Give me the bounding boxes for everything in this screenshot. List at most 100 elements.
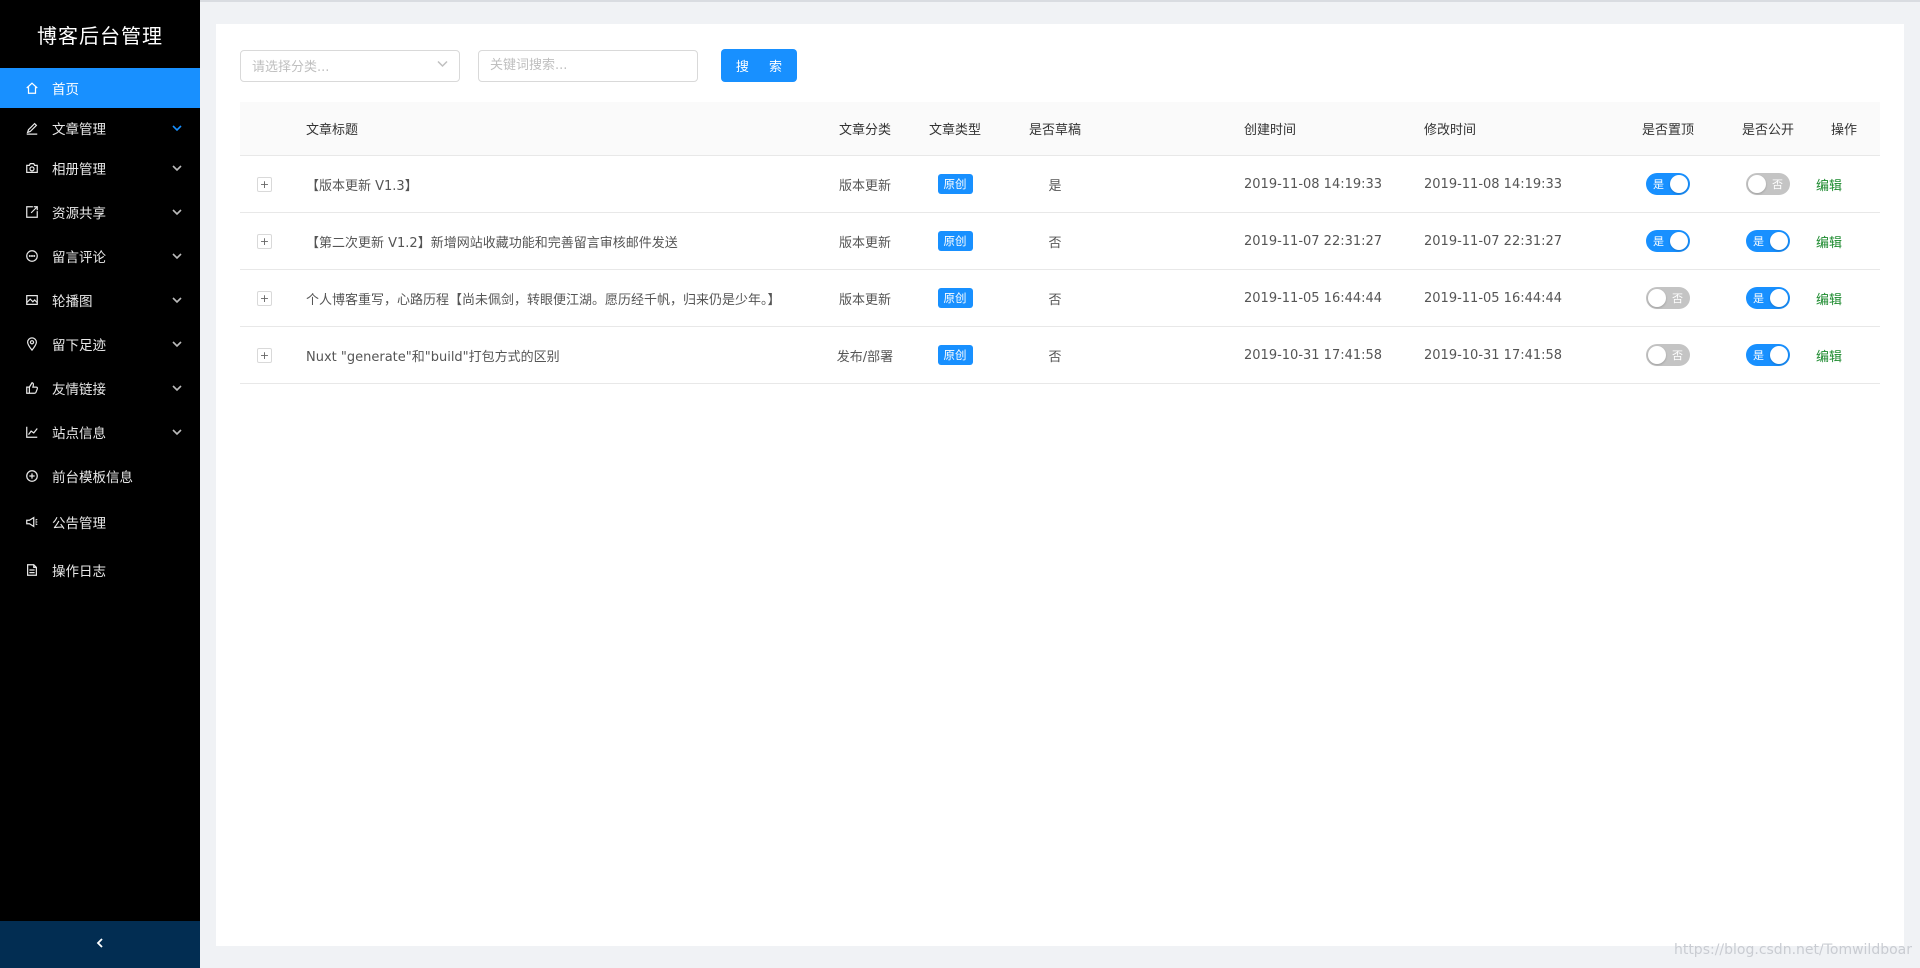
chevron-down-icon xyxy=(172,251,182,261)
expand-row-button[interactable]: + xyxy=(257,233,272,249)
article-title: Nuxt "generate"和"build"打包方式的区别 xyxy=(306,349,560,365)
article-title: 【第二次更新 V1.2】新增网站收藏功能和完善留言审核邮件发送 xyxy=(306,235,678,251)
column-header-created: 创建时间 xyxy=(1244,123,1297,138)
toggle-label: 是 xyxy=(1653,178,1664,191)
expand-row-button[interactable]: + xyxy=(257,290,272,306)
like-icon xyxy=(24,380,40,396)
articles-table: 文章标题 文章分类 文章类型 是否草稿 创建时间 修改时间 是否置顶 是否公开 … xyxy=(240,102,1880,384)
public-toggle[interactable]: 否 xyxy=(1746,173,1790,195)
article-modified: 2019-11-07 22:31:27 xyxy=(1424,233,1563,249)
article-created: 2019-11-08 14:19:33 xyxy=(1244,176,1383,192)
expand-row-button[interactable]: + xyxy=(257,347,272,363)
chevron-left-icon xyxy=(94,937,106,953)
edit-link[interactable]: 编辑 xyxy=(1816,346,1842,365)
edit-link[interactable]: 编辑 xyxy=(1816,289,1842,308)
article-modified: 2019-11-08 14:19:33 xyxy=(1424,176,1563,192)
sidebar-item-albums[interactable]: 相册管理 xyxy=(0,146,200,190)
search-button[interactable]: 搜 索 xyxy=(721,49,797,82)
filter-toolbar: 请选择分类... 搜 索 xyxy=(240,49,797,82)
comment-icon xyxy=(24,248,40,264)
sidebar-item-notices[interactable]: 公告管理 xyxy=(0,498,200,546)
chevron-down-icon xyxy=(172,427,182,437)
share-icon xyxy=(24,204,40,220)
table-row: + 【第二次更新 V1.2】新增网站收藏功能和完善留言审核邮件发送 版本更新 原… xyxy=(240,213,1880,270)
column-header-public: 是否公开 xyxy=(1741,123,1794,138)
chevron-down-icon xyxy=(172,123,182,133)
sidebar-item-links[interactable]: 友情链接 xyxy=(0,366,200,410)
file-icon xyxy=(24,562,40,578)
sidebar-item-resources[interactable]: 资源共享 xyxy=(0,190,200,234)
table-row: + Nuxt "generate"和"build"打包方式的区别 发布/部署 原… xyxy=(240,327,1880,384)
sidebar-item-site-info[interactable]: 站点信息 xyxy=(0,410,200,454)
sidebar-item-label: 友情链接 xyxy=(52,382,106,398)
public-toggle[interactable]: 是 xyxy=(1746,344,1790,366)
public-toggle[interactable]: 是 xyxy=(1746,230,1790,252)
sidebar-item-label: 留下足迹 xyxy=(52,338,106,354)
sidebar-item-label: 操作日志 xyxy=(52,564,106,580)
article-draft: 否 xyxy=(1048,235,1062,251)
sidebar-item-label: 相册管理 xyxy=(52,162,106,178)
picture-icon xyxy=(24,292,40,308)
article-type-tag: 原创 xyxy=(937,231,973,251)
chevron-down-icon xyxy=(172,163,182,173)
column-header-action: 操作 xyxy=(1830,123,1857,138)
sidebar-item-footprints[interactable]: 留下足迹 xyxy=(0,322,200,366)
sidebar-item-comments[interactable]: 留言评论 xyxy=(0,234,200,278)
plus-circle-icon xyxy=(24,468,40,484)
top-toggle[interactable]: 是 xyxy=(1646,230,1690,252)
sidebar-item-label: 资源共享 xyxy=(52,206,106,222)
sidebar-item-template-info[interactable]: 前台模板信息 xyxy=(0,454,200,498)
toggle-label: 是 xyxy=(1753,292,1764,305)
app-title: 博客后台管理 xyxy=(37,23,163,48)
article-created: 2019-11-07 22:31:27 xyxy=(1244,233,1383,249)
edit-link[interactable]: 编辑 xyxy=(1816,232,1842,251)
article-modified: 2019-10-31 17:41:58 xyxy=(1424,347,1563,363)
sidebar-collapse-button[interactable] xyxy=(0,921,200,968)
home-icon xyxy=(24,80,40,96)
toggle-label: 是 xyxy=(1653,235,1664,248)
category-select[interactable]: 请选择分类... xyxy=(240,49,460,82)
sidebar: 博客后台管理 首页 文章管理 相册管理 资源共享 留言评论 轮播图 留下足迹 友… xyxy=(0,0,200,968)
main-content: 请选择分类... 搜 索 文章标题 文章分类 文章类型 是否草稿 创建时间 修改… xyxy=(216,24,1904,946)
sidebar-item-articles[interactable]: 文章管理 xyxy=(0,110,200,146)
sidebar-item-carousel[interactable]: 轮播图 xyxy=(0,278,200,322)
column-header-draft: 是否草稿 xyxy=(1028,123,1081,138)
edit-link[interactable]: 编辑 xyxy=(1816,175,1842,194)
toggle-label: 否 xyxy=(1672,349,1683,362)
article-title: 【版本更新 V1.3】 xyxy=(306,178,418,194)
expand-row-button[interactable]: + xyxy=(257,176,272,192)
chevron-down-icon xyxy=(172,339,182,349)
watermark: https://blog.csdn.net/Tomwildboar xyxy=(1673,942,1912,958)
top-toggle[interactable]: 否 xyxy=(1646,287,1690,309)
toggle-label: 是 xyxy=(1753,349,1764,362)
top-toggle[interactable]: 是 xyxy=(1646,173,1690,195)
article-type-tag: 原创 xyxy=(937,345,973,365)
table-row: + 个人博客重写，心路历程【尚未佩剑，转眼便江湖。愿历经千帆，归来仍是少年。】 … xyxy=(240,270,1880,327)
article-created: 2019-10-31 17:41:58 xyxy=(1244,347,1383,363)
top-border xyxy=(200,0,1920,2)
camera-icon xyxy=(24,160,40,176)
column-header-top: 是否置顶 xyxy=(1641,123,1694,138)
sidebar-item-label: 轮播图 xyxy=(52,294,93,310)
sidebar-item-label: 首页 xyxy=(52,82,79,98)
top-toggle[interactable]: 否 xyxy=(1646,344,1690,366)
article-created: 2019-11-05 16:44:44 xyxy=(1244,290,1383,306)
column-header-modified: 修改时间 xyxy=(1424,123,1477,138)
article-draft: 否 xyxy=(1048,292,1062,308)
sidebar-item-label: 站点信息 xyxy=(52,426,106,442)
column-header-title: 文章标题 xyxy=(306,123,359,138)
article-modified: 2019-11-05 16:44:44 xyxy=(1424,290,1563,306)
sidebar-item-logs[interactable]: 操作日志 xyxy=(0,546,200,594)
category-select-placeholder: 请选择分类... xyxy=(252,60,330,75)
article-draft: 否 xyxy=(1048,349,1062,365)
table-row: + 【版本更新 V1.3】 版本更新 原创 是 2019-11-08 14:19… xyxy=(240,156,1880,213)
public-toggle[interactable]: 是 xyxy=(1746,287,1790,309)
chevron-down-icon xyxy=(437,58,448,73)
sidebar-item-home[interactable]: 首页 xyxy=(0,68,200,108)
keyword-search-input[interactable] xyxy=(478,49,698,82)
edit-icon xyxy=(24,120,40,136)
sidebar-item-label: 留言评论 xyxy=(52,250,106,266)
toggle-label: 否 xyxy=(1672,292,1683,305)
article-type-tag: 原创 xyxy=(937,288,973,308)
chevron-down-icon xyxy=(172,295,182,305)
